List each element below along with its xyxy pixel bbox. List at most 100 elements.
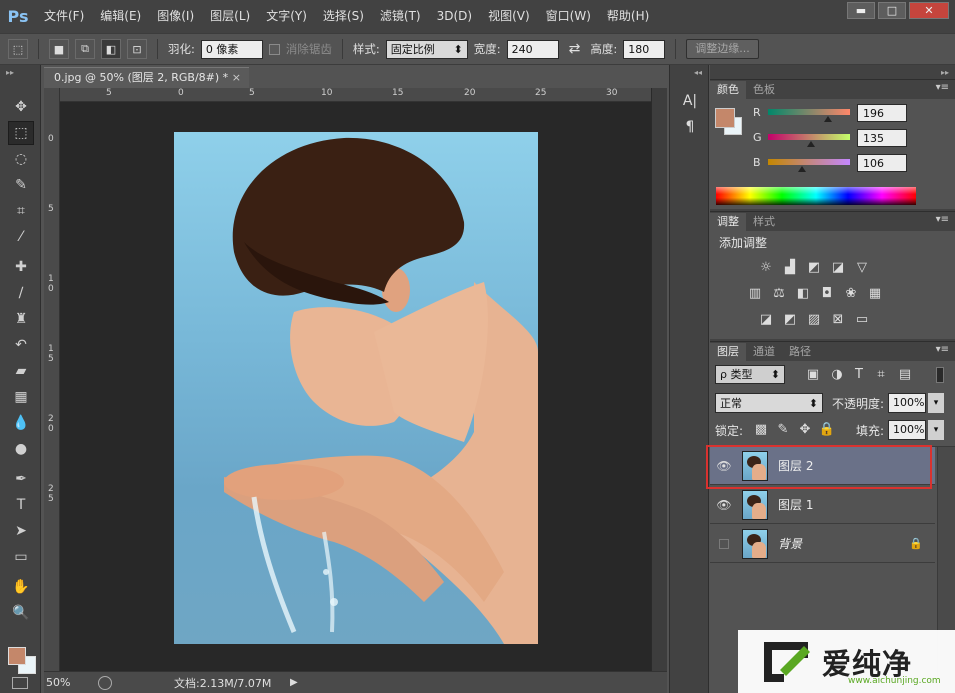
curves-icon[interactable]: ◩	[805, 260, 823, 276]
add-selection-icon[interactable]: ⧉	[75, 39, 95, 59]
filter-shape-icon[interactable]: ⌗	[872, 367, 890, 383]
brightness-icon[interactable]: ☼	[757, 260, 775, 276]
b-slider-thumb[interactable]	[798, 166, 806, 172]
black-white-icon[interactable]: ◧	[794, 286, 812, 302]
opacity-dropdown-icon[interactable]: ▾	[928, 393, 944, 413]
photo-filter-icon[interactable]: ◘	[818, 286, 836, 302]
height-input[interactable]: 180	[623, 39, 666, 59]
expand-icon[interactable]: ◂◂	[694, 68, 702, 77]
lock-transparent-icon[interactable]: ▩	[752, 422, 770, 438]
play-icon[interactable]: ▶	[290, 677, 298, 688]
tab-layers[interactable]: 图层	[710, 343, 746, 361]
menu-3d[interactable]: 3D(D)	[429, 0, 480, 33]
g-slider[interactable]	[768, 134, 850, 140]
feather-input[interactable]: 0 像素	[200, 39, 263, 59]
history-brush-icon[interactable]: ↶	[8, 333, 34, 357]
subtract-selection-icon[interactable]: ◧	[101, 39, 121, 59]
gradient-map-icon[interactable]: ▭	[853, 312, 871, 328]
quick-select-tool-icon[interactable]: ✎	[8, 173, 34, 197]
tab-adjustments[interactable]: 调整	[710, 213, 746, 231]
blend-mode-select[interactable]: 正常 ⬍	[715, 393, 823, 413]
menu-select[interactable]: 选择(S)	[315, 0, 372, 33]
b-slider[interactable]	[768, 159, 850, 165]
menu-file[interactable]: 文件(F)	[36, 0, 92, 33]
fill-dropdown-icon[interactable]: ▾	[928, 420, 944, 440]
marquee-preset-icon[interactable]: ⬚	[8, 39, 28, 59]
b-value-input[interactable]: 106	[857, 154, 907, 172]
eraser-tool-icon[interactable]: ▰	[8, 359, 34, 383]
layer-row[interactable]: 背景 🔒	[710, 525, 935, 563]
exposure-icon[interactable]: ◪	[829, 260, 847, 276]
healing-brush-icon[interactable]: ✚	[8, 255, 34, 279]
move-tool-icon[interactable]: ✥	[8, 95, 34, 119]
lock-all-icon[interactable]: 🔒	[818, 422, 836, 438]
r-slider[interactable]	[768, 109, 850, 115]
r-slider-thumb[interactable]	[824, 116, 832, 122]
path-select-icon[interactable]: ➤	[8, 519, 34, 543]
filter-pixel-icon[interactable]: ▣	[804, 367, 822, 383]
layer-row[interactable]: 👁 图层 1	[710, 486, 935, 524]
shape-tool-icon[interactable]: ▭	[8, 545, 34, 569]
swap-icon[interactable]: ⇄	[569, 41, 581, 57]
tab-styles[interactable]: 样式	[746, 213, 782, 231]
menu-help[interactable]: 帮助(H)	[599, 0, 657, 33]
selective-color-icon[interactable]: ⊠	[829, 312, 847, 328]
eyedropper-tool-icon[interactable]: ⁄	[8, 225, 34, 249]
foreground-color-swatch-top[interactable]	[8, 647, 26, 665]
lock-pixels-icon[interactable]: ✎	[774, 422, 792, 438]
collapse-icon[interactable]: ▸▸	[6, 68, 14, 77]
r-value-input[interactable]: 196	[857, 104, 907, 122]
fill-input[interactable]: 100%	[888, 420, 926, 440]
menu-layer[interactable]: 图层(L)	[202, 0, 258, 33]
share-icon[interactable]	[98, 675, 112, 690]
threshold-icon[interactable]: ▨	[805, 312, 823, 328]
blur-tool-icon[interactable]: 💧	[8, 411, 34, 435]
menu-image[interactable]: 图像(I)	[149, 0, 202, 33]
canvas-photo[interactable]	[174, 132, 538, 644]
intersect-selection-icon[interactable]: ⊡	[127, 39, 147, 59]
tab-channels[interactable]: 通道	[746, 343, 782, 361]
tab-color[interactable]: 颜色	[710, 81, 746, 99]
lasso-tool-icon[interactable]: ◌	[8, 147, 34, 171]
menu-edit[interactable]: 编辑(E)	[92, 0, 149, 33]
minimize-button[interactable]: ▬	[847, 2, 875, 19]
vertical-scrollbar[interactable]	[651, 88, 667, 671]
marquee-tool-icon[interactable]: ⬚	[8, 121, 34, 145]
filter-toggle-switch[interactable]	[936, 367, 944, 383]
brush-tool-icon[interactable]: ∕	[8, 281, 34, 305]
tab-paths[interactable]: 路径	[782, 343, 818, 361]
panel-menu-icon[interactable]: ▾≡	[936, 82, 949, 93]
filter-adjustment-icon[interactable]: ◑	[828, 367, 846, 383]
layer-filter-select[interactable]: ρ 类型 ⬍	[715, 365, 785, 384]
close-tab-icon[interactable]: ×	[232, 68, 241, 88]
posterize-icon[interactable]: ◩	[781, 312, 799, 328]
gradient-tool-icon[interactable]: ▦	[8, 385, 34, 409]
panel-expand-icon[interactable]: ▸▸	[941, 68, 949, 77]
menu-type[interactable]: 文字(Y)	[258, 0, 315, 33]
g-slider-thumb[interactable]	[807, 141, 815, 147]
close-button[interactable]: ✕	[909, 2, 949, 19]
new-selection-icon[interactable]: ■	[49, 39, 69, 59]
menu-window[interactable]: 窗口(W)	[538, 0, 599, 33]
character-panel-icon[interactable]: A|	[680, 93, 700, 113]
filter-type-icon[interactable]: T	[850, 367, 868, 383]
panel-menu-icon[interactable]: ▾≡	[936, 214, 949, 225]
color-lookup-icon[interactable]: ▦	[866, 286, 884, 302]
filter-smart-object-icon[interactable]: ▤	[896, 367, 914, 383]
color-spectrum-bar[interactable]	[716, 187, 916, 205]
tab-swatches[interactable]: 色板	[746, 81, 782, 99]
pen-tool-icon[interactable]: ✒	[8, 467, 34, 491]
vibrance-icon[interactable]: ▽	[853, 260, 871, 276]
levels-icon[interactable]: ▟	[781, 260, 799, 276]
maximize-button[interactable]: □	[878, 2, 906, 19]
dodge-tool-icon[interactable]: ●	[8, 437, 34, 461]
document-tab[interactable]: 0.jpg @ 50% (图层 2, RGB/8#) * ×	[44, 67, 249, 88]
lock-position-icon[interactable]: ✥	[796, 422, 814, 438]
refine-edge-button[interactable]: 调整边缘...	[686, 39, 759, 59]
eye-icon[interactable]: 👁	[710, 498, 738, 512]
menu-view[interactable]: 视图(V)	[480, 0, 538, 33]
style-select[interactable]: 固定比例 ⬍	[385, 39, 468, 59]
zoom-tool-icon[interactable]: 🔍	[8, 601, 34, 625]
panel-menu-icon[interactable]: ▾≡	[936, 344, 949, 355]
channel-mixer-icon[interactable]: ❀	[842, 286, 860, 302]
